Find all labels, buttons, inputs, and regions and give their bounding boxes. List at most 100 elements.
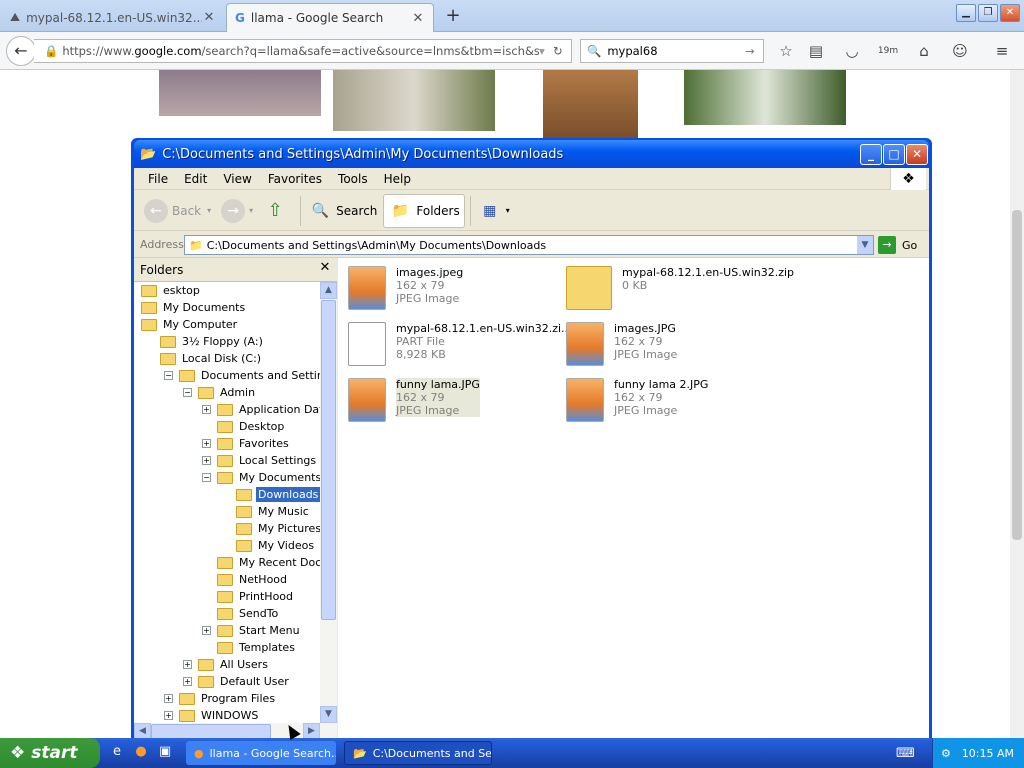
download-badge[interactable]: 19m — [876, 41, 900, 61]
browser-back-button[interactable]: ← — [6, 36, 36, 66]
scroll-down-icon[interactable]: ▼ — [320, 706, 337, 723]
llama-image-3[interactable] — [543, 70, 638, 138]
dropdown-icon[interactable]: ▾ — [506, 206, 510, 215]
firefox-quicklaunch-icon[interactable]: ● — [132, 744, 150, 762]
tree-item[interactable]: Local Disk (C:) — [145, 350, 263, 367]
start-button[interactable]: ❖ start — [0, 738, 100, 768]
tree-item[interactable]: My Pictures — [221, 520, 320, 537]
tree-item[interactable]: PrintHood — [202, 588, 295, 605]
page-scroll-thumb[interactable] — [1012, 210, 1022, 540]
address-input[interactable]: 📁 C:\Documents and Settings\Admin\My Doc… — [184, 235, 874, 255]
minimize-browser-button[interactable]: ▁ — [956, 4, 976, 22]
url-bar[interactable]: 🔒 https://www.google.com/search?q=llama&… — [34, 39, 572, 63]
tree-item[interactable]: + Start Menu — [202, 622, 302, 639]
file-item[interactable]: images.JPG 162 x 79 JPEG Image — [566, 322, 677, 366]
folders-button[interactable]: 📁 Folders — [383, 193, 465, 228]
explorer-title-bar[interactable]: 📂 C:\Documents and Settings\Admin\My Doc… — [134, 140, 929, 168]
scroll-up-icon[interactable]: ▲ — [320, 282, 337, 299]
search-button[interactable]: 🔍 Search — [304, 194, 381, 228]
file-item[interactable]: funny lama 2.JPG 162 x 79 JPEG Image — [566, 378, 708, 422]
reading-list-icon[interactable]: ▤ — [806, 41, 826, 61]
llama-image-2[interactable] — [333, 70, 495, 131]
dropdown-icon[interactable]: ▾ — [249, 206, 253, 215]
menu-edit[interactable]: Edit — [176, 172, 215, 186]
menu-view[interactable]: View — [215, 172, 259, 186]
expand-icon[interactable]: + — [202, 439, 211, 448]
tree-item[interactable]: + Default User — [183, 673, 291, 690]
browser-tab-google[interactable]: G llama - Google Search ✕ — [226, 3, 434, 32]
expand-icon[interactable]: + — [183, 677, 192, 686]
smiley-icon[interactable]: ☺ — [950, 41, 970, 61]
tree-hscroll-thumb[interactable] — [151, 724, 271, 739]
address-dropdown-icon[interactable]: ▼ — [857, 236, 873, 254]
tree-item[interactable]: My Music — [221, 503, 311, 520]
home-icon[interactable]: ⌂ — [914, 41, 934, 61]
page-scrollbar[interactable] — [1010, 70, 1024, 738]
tree-item[interactable]: esktop — [134, 282, 202, 299]
go-button[interactable]: → Go — [878, 235, 924, 255]
close-folders-pane-icon[interactable]: ✕ — [316, 260, 334, 278]
expand-icon[interactable]: + — [202, 405, 211, 414]
tree-item[interactable]: − Documents and Settings — [164, 367, 320, 384]
tree-item[interactable]: Templates — [202, 639, 297, 656]
close-tab-icon[interactable]: ✕ — [202, 10, 216, 25]
tree-vertical-scrollbar[interactable]: ▲ ▼ — [320, 282, 337, 723]
collapse-icon[interactable]: − — [183, 388, 192, 397]
taskbar-item-explorer[interactable]: 📂 C:\Documents and Se... — [344, 741, 492, 765]
tree-item[interactable]: My Documents — [134, 299, 247, 316]
tree-item[interactable]: Downloads — [221, 486, 320, 503]
file-item[interactable]: mypal-68.12.1.en-US.win32.zi... PART File… — [348, 322, 572, 366]
pocket-icon[interactable]: ◡ — [842, 41, 862, 61]
close-tab-icon[interactable]: ✕ — [411, 11, 425, 26]
file-item[interactable]: funny lama.JPG 162 x 79 JPEG Image — [348, 378, 480, 422]
dropdown-icon[interactable]: ▾ — [539, 44, 553, 58]
menu-icon[interactable]: ≡ — [992, 41, 1012, 61]
close-button[interactable]: ✕ — [906, 144, 928, 165]
llama-image-1[interactable] — [159, 70, 321, 116]
clock[interactable]: 10:15 AM — [962, 747, 1014, 760]
tree-item[interactable]: My Recent Documents — [202, 554, 320, 571]
back-button[interactable]: ← Back ▾ — [140, 194, 215, 228]
tree-item[interactable]: My Videos — [221, 537, 316, 554]
reload-icon[interactable]: ↻ — [553, 44, 571, 58]
new-tab-button[interactable]: + — [442, 6, 464, 26]
tree-item[interactable]: − Admin — [183, 384, 257, 401]
tree-item[interactable]: My Computer — [134, 316, 239, 333]
taskbar-item-browser[interactable]: ● llama - Google Search... — [186, 741, 336, 765]
expand-icon[interactable]: + — [164, 694, 173, 703]
ie-quicklaunch-icon[interactable]: e — [108, 744, 126, 762]
up-folder-button[interactable]: ⇧ — [259, 194, 295, 228]
bookmark-star-icon[interactable]: ☆ — [776, 41, 796, 61]
file-item[interactable]: images.jpeg 162 x 79 JPEG Image — [348, 266, 463, 310]
network-icon[interactable]: ⚙ — [933, 747, 951, 760]
maximize-button[interactable]: □ — [883, 144, 905, 165]
tree-item[interactable]: NetHood — [202, 571, 289, 588]
tree-item[interactable]: + All Users — [183, 656, 270, 673]
dropdown-icon[interactable]: ▾ — [207, 206, 211, 215]
close-browser-button[interactable]: ✕ — [1000, 4, 1020, 22]
tree-scroll-thumb[interactable] — [321, 300, 336, 620]
expand-icon[interactable]: + — [202, 456, 211, 465]
llama-image-4[interactable] — [684, 70, 846, 125]
go-arrow-icon[interactable]: → — [745, 44, 763, 58]
keyboard-icon[interactable]: ⌨ — [896, 746, 915, 764]
menu-help[interactable]: Help — [376, 172, 419, 186]
collapse-icon[interactable]: − — [164, 371, 173, 380]
minimize-button[interactable]: _ — [860, 144, 882, 165]
expand-icon[interactable]: + — [164, 711, 173, 720]
tree-item[interactable]: + Favorites — [202, 435, 291, 452]
tree-item[interactable]: + Application Data — [202, 401, 320, 418]
tree-item[interactable]: SendTo — [202, 605, 280, 622]
menu-file[interactable]: File — [140, 172, 176, 186]
tree-item[interactable]: + Program Files — [164, 690, 277, 707]
forward-button[interactable]: → ▾ — [217, 194, 257, 228]
menu-tools[interactable]: Tools — [330, 172, 376, 186]
menu-favorites[interactable]: Favorites — [260, 172, 330, 186]
views-button[interactable]: ▦ ▾ — [474, 194, 514, 228]
file-item[interactable]: mypal-68.12.1.en-US.win32.zip 0 KB — [566, 266, 794, 310]
restore-browser-button[interactable]: ❐ — [978, 4, 998, 22]
tree-item[interactable]: + WINDOWS — [164, 707, 260, 723]
tree-item[interactable]: 3½ Floppy (A:) — [145, 333, 265, 350]
tree-item[interactable]: + Local Settings — [202, 452, 318, 469]
expand-icon[interactable]: + — [183, 660, 192, 669]
